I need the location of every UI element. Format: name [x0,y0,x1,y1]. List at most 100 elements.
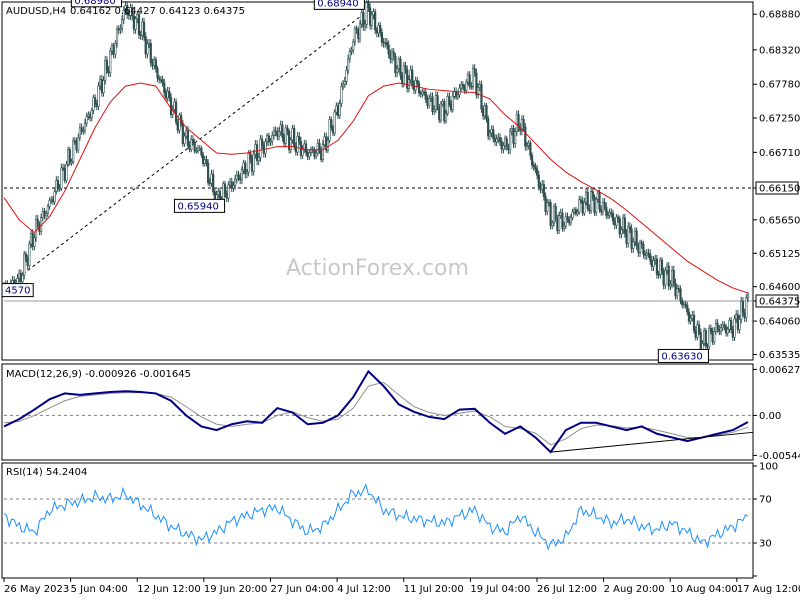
candle-body [633,230,637,243]
candle-body [340,86,343,104]
candle-body [473,68,476,74]
candle-body [385,42,389,46]
candle-body [60,167,63,189]
candle-body [608,212,611,216]
candle-body [682,303,685,306]
candle-body [542,184,545,197]
candle-body [632,241,635,249]
candle-body [72,140,75,162]
candle-body [313,149,316,157]
symbol-label: AUDUSD,H4 [6,6,66,17]
price-tick-label: 0.68880 [759,10,800,21]
candle-body [637,245,640,253]
rsi-title: RSI(14) 54.2404 [6,467,87,478]
price-tick-label: 0.65125 [759,249,800,260]
candle-body [228,181,232,186]
candle-body [498,137,502,142]
candle-body [112,45,115,55]
candle-body [119,28,122,30]
candle-body [142,21,146,37]
candle-body [692,314,696,331]
candle-body [431,96,434,112]
candle-body [733,318,736,338]
candle-body [88,114,92,119]
candle-body [610,212,613,214]
candle-body [480,84,483,110]
candle-body [94,97,97,104]
candle-body [546,202,549,212]
candle-body [28,243,31,266]
candle-body [379,25,382,33]
candle-body [63,167,66,181]
candle-body [674,282,677,297]
candle-body [532,164,535,167]
candle-body [347,58,350,71]
candle-body [362,12,365,28]
candle-body [625,233,628,244]
candle-body [80,127,83,132]
candle-body [45,213,48,217]
candle-body [352,41,355,51]
candle-body [97,85,100,107]
candle-body [26,257,29,266]
candle-body [566,216,569,221]
candle-body [657,273,660,276]
candle-body [613,220,616,226]
candle-body [451,96,454,111]
candle-body [293,128,296,147]
candle-body [620,229,623,235]
candle-body [736,314,739,330]
candle-body [350,49,353,52]
candle-body [411,69,414,86]
candle-body [422,91,426,94]
candle-body [190,139,193,150]
candle-body [158,77,161,80]
candle-body [207,163,210,183]
candle-body [569,217,572,224]
candle-body [247,153,250,173]
candle-body [628,226,632,230]
candle-body [176,121,179,131]
candle-body [365,2,368,25]
candle-body [453,91,456,97]
price-tick-label: 0.66150 [759,184,800,195]
ohlc-label: 0.64162 0.64427 0.64123 0.64375 [70,6,245,17]
candle-body [254,144,257,155]
annotation-label-1: 0.68940 [317,0,358,9]
candle-body [691,314,694,319]
candle-body [724,326,728,334]
candle-body [342,84,345,87]
candle-body [146,43,149,55]
candle-body [512,128,515,144]
candle-body [647,252,650,255]
candle-body [134,18,137,30]
price-tick-label: 0.64600 [759,282,800,293]
candle-body [109,50,112,74]
candle-body [416,80,419,84]
candle-body [380,32,384,43]
candle-body [746,294,750,299]
candle-body [169,97,173,115]
candle-body [276,131,279,137]
candle-body [173,101,176,110]
candle-body [392,51,395,57]
x-tick-label: 26 May 2023 [4,584,69,595]
candle-body [58,188,61,190]
candle-body [68,149,71,164]
candle-body [466,74,470,83]
macd-title: MACD(12,26,9) -0.000926 -0.001645 [6,369,191,380]
candle-body [132,15,136,30]
price-tick-label: 0.67780 [759,80,800,91]
candle-body [588,208,591,212]
candle-body [713,331,716,343]
candle-body [622,217,625,230]
candle-body [320,150,323,160]
candle-body [642,243,645,255]
candle-body [279,124,282,132]
candle-body [267,135,270,142]
x-tick-label: 11 Jul 20:00 [404,584,464,595]
candle-body [284,127,287,144]
candle-body [367,2,370,8]
candle-body [669,284,672,287]
candle-body [259,138,262,158]
